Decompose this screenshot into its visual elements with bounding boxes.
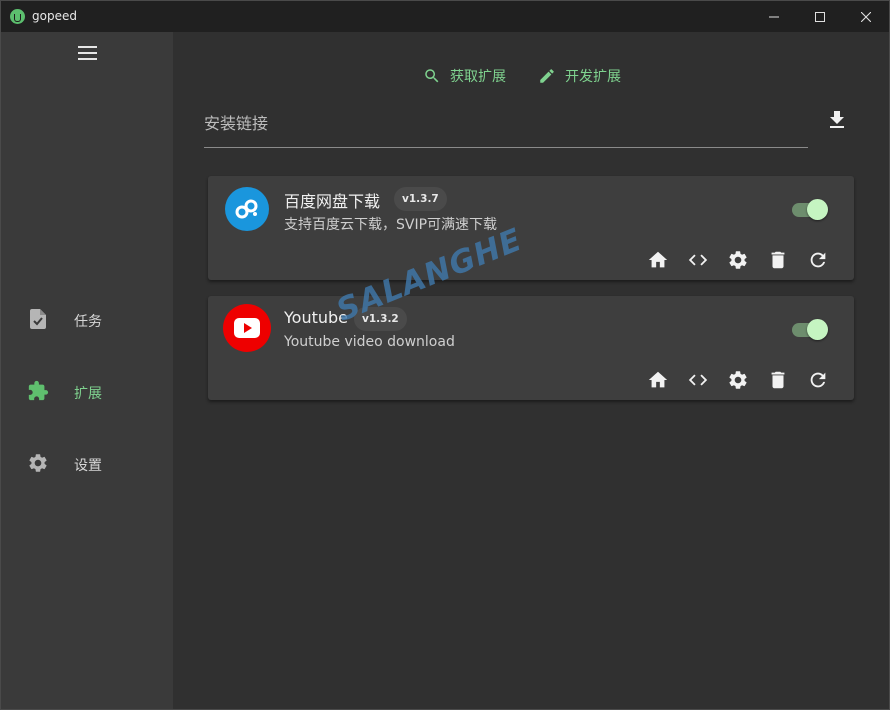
sidebar-item-settings[interactable]: 设置 [1,444,173,484]
trash-icon [771,371,785,389]
refresh-icon [810,372,826,388]
get-extension-link[interactable]: 获取扩展 [423,66,506,86]
install-link-input[interactable]: 安装链接 [204,106,808,148]
app-window: gopeed 任务 扩展 设置 获取扩展 开发扩展 安装链接 百度网盘下载 v1… [0,0,890,710]
install-button[interactable] [825,108,849,132]
extension-actions [646,368,830,392]
source-code-button[interactable] [686,368,710,392]
sidebar-item-tasks[interactable]: 任务 [1,300,173,340]
menu-toggle-button[interactable] [75,42,99,64]
close-icon [861,11,871,22]
hamburger-icon [77,46,97,60]
window-title: gopeed [32,9,77,23]
source-code-button[interactable] [686,248,710,272]
header-links: 获取扩展 开发扩展 [423,66,621,86]
pencil-icon [540,69,554,83]
extension-card: Youtube v1.3.2 Youtube video download [208,296,854,400]
sidebar-item-label: 扩展 [74,386,102,402]
puzzle-icon [27,380,49,402]
delete-button[interactable] [766,248,790,272]
version-badge: v1.3.7 [394,187,447,211]
main-content: 获取扩展 开发扩展 安装链接 百度网盘下载 v1.3.7 支持百度云下载，SVI… [173,32,889,709]
download-icon [830,111,844,128]
extension-card: 百度网盘下载 v1.3.7 支持百度云下载，SVIP可满速下载 [208,176,854,280]
code-icon [688,254,708,266]
toggle-thumb [807,319,828,340]
extension-settings-button[interactable] [726,248,750,272]
trash-icon [771,251,785,269]
enable-toggle[interactable] [792,198,828,220]
close-button[interactable] [843,1,889,32]
maximize-icon [815,11,825,22]
task-check-icon [27,308,49,330]
title-bar: gopeed [1,1,889,32]
home-icon [648,371,668,388]
homepage-button[interactable] [646,368,670,392]
extension-name: 百度网盘下载 [284,192,381,211]
maximize-button[interactable] [797,1,843,32]
dev-extension-link[interactable]: 开发扩展 [538,66,621,86]
sidebar-item-extensions[interactable]: 扩展 [1,372,173,412]
refresh-icon [810,252,826,268]
delete-button[interactable] [766,368,790,392]
baidu-netdisk-icon [225,187,269,231]
sidebar-item-label: 任务 [74,314,102,330]
gopeed-logo-icon [10,9,25,24]
search-icon [425,69,439,83]
extension-description: 支持百度云下载，SVIP可满速下载 [284,217,498,233]
code-icon [688,374,708,386]
gear-icon [27,452,49,474]
youtube-icon [223,304,271,352]
minimize-icon [769,16,779,17]
gear-icon [729,371,747,389]
extension-settings-button[interactable] [726,368,750,392]
gear-icon [729,251,747,269]
dev-extension-label: 开发扩展 [565,69,621,85]
get-extension-label: 获取扩展 [450,69,506,85]
toggle-thumb [807,199,828,220]
extension-actions [646,248,830,272]
sidebar-item-label: 设置 [74,458,102,474]
home-icon [648,251,668,268]
install-link-placeholder: 安装链接 [204,114,269,133]
minimize-button[interactable] [751,1,797,32]
update-button[interactable] [806,368,830,392]
sidebar: 任务 扩展 设置 [1,32,173,709]
update-button[interactable] [806,248,830,272]
homepage-button[interactable] [646,248,670,272]
enable-toggle[interactable] [792,318,828,340]
